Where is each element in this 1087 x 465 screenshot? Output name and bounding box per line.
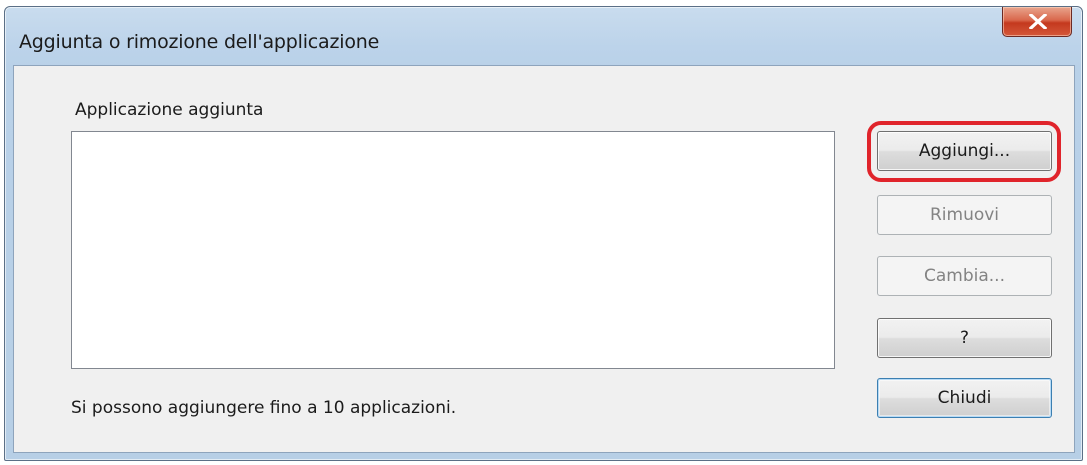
added-applications-label: Applicazione aggiunta [75, 100, 264, 120]
close-button[interactable]: Chiudi [877, 378, 1052, 418]
help-button[interactable]: ? [877, 318, 1052, 358]
dialog-body: Applicazione aggiunta Si possono aggiung… [13, 65, 1075, 453]
window-title: Aggiunta o rimozione dell'applicazione [19, 31, 380, 53]
limit-note: Si possono aggiungere fino a 10 applicaz… [71, 398, 457, 418]
added-applications-list[interactable] [71, 131, 835, 369]
close-x-icon [1029, 14, 1047, 29]
add-button[interactable]: Aggiungi... [877, 131, 1052, 171]
window-close-button[interactable] [1002, 7, 1072, 37]
dialog-window: Aggiunta o rimozione dell'applicazione A… [4, 6, 1083, 461]
remove-button[interactable]: Rimuovi [877, 195, 1052, 235]
change-button[interactable]: Cambia... [877, 256, 1052, 296]
